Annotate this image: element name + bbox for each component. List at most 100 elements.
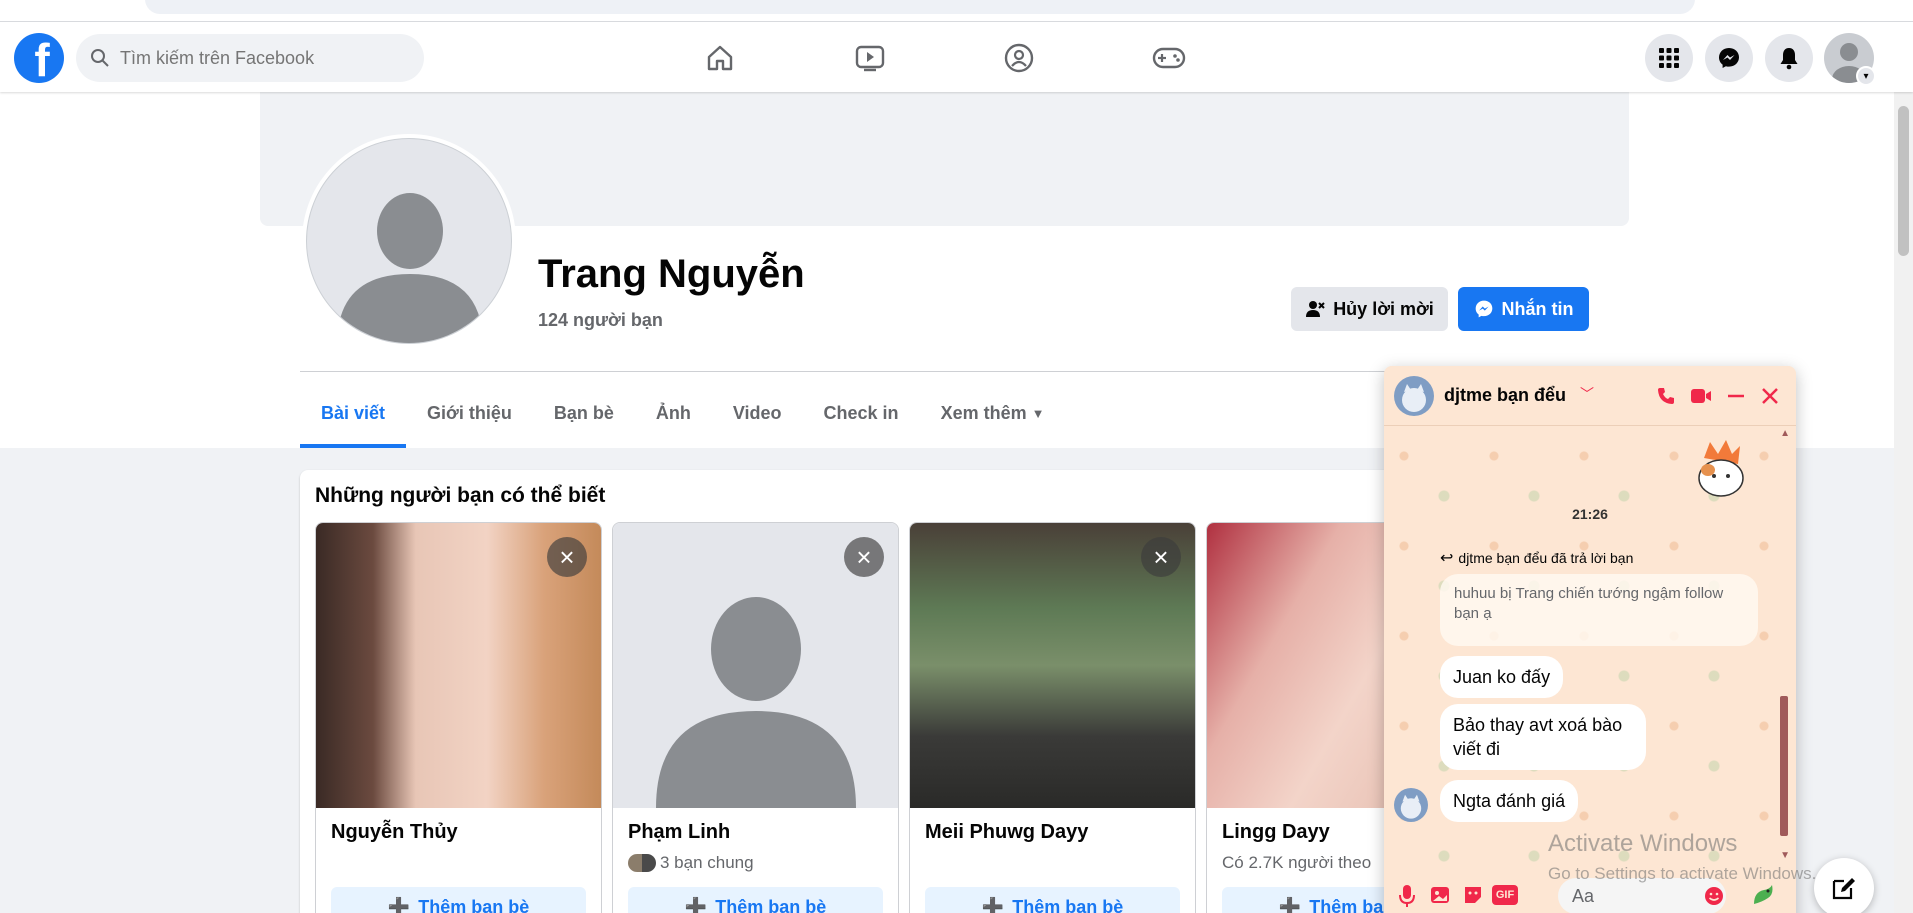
groups-icon: [1004, 43, 1034, 73]
tab-photos[interactable]: Ảnh: [635, 378, 712, 448]
chat-scrollbar[interactable]: [1780, 696, 1788, 836]
tab-about[interactable]: Giới thiệu: [406, 378, 533, 448]
person-name[interactable]: Nguyễn Thủy: [331, 821, 458, 844]
add-friend-button[interactable]: ➕ Thêm bạn bè: [628, 887, 883, 913]
reply-indicator: ↩ djtme bạn đểu đã trả lời bạn: [1440, 548, 1633, 568]
messenger-button[interactable]: [1705, 34, 1753, 82]
top-navigation-bar: f ▾: [0, 22, 1913, 92]
message-input-placeholder: Aa: [1572, 885, 1595, 906]
video-icon: [855, 45, 885, 72]
chat-message-area[interactable]: 21:26 ↩ djtme bạn đểu đã trả lời bạn huhu…: [1384, 426, 1796, 866]
profile-picture[interactable]: [302, 134, 516, 348]
bell-icon: [1780, 48, 1798, 70]
mutual-friends-label: 3 bạn chung: [660, 853, 754, 872]
add-friend-button[interactable]: ➕Thêm bạn bè: [925, 887, 1180, 913]
browser-toolbar: [0, 0, 1913, 22]
apps-grid-icon: [1659, 48, 1679, 68]
person-photo[interactable]: [1207, 523, 1400, 808]
person-name[interactable]: Phạm Linh: [628, 821, 730, 844]
tab-videos[interactable]: Video: [712, 378, 803, 448]
close-icon[interactable]: ×: [844, 537, 884, 577]
reply-arrow-icon: ↩: [1440, 550, 1454, 567]
profile-name: Trang Nguyễn: [538, 252, 805, 296]
profile-tabs: Bài viết Giới thiệu Bạn bè Ảnh Video Che…: [300, 378, 1065, 448]
add-friend-label: Thêm bạn bè: [1012, 896, 1124, 913]
search-box[interactable]: [76, 34, 424, 82]
emoji-icon[interactable]: [1704, 886, 1724, 906]
menu-button[interactable]: [1645, 34, 1693, 82]
home-icon: [707, 45, 733, 71]
sender-avatar: [1394, 788, 1428, 822]
people-you-may-know: Những người bạn có thể biết × Nguyễn Thủ…: [300, 470, 1400, 913]
person-name[interactable]: Lingg Dayy: [1222, 821, 1330, 844]
chat-avatar[interactable]: [1394, 376, 1434, 416]
person-card[interactable]: × Nguyễn Thủy ➕ Thêm bạn bè: [315, 522, 602, 913]
close-icon[interactable]: ×: [1141, 537, 1181, 577]
message-button[interactable]: Nhắn tin: [1458, 287, 1589, 331]
person-card[interactable]: × Phạm Linh 3 bạn chung ➕ Thêm bạn bè: [612, 522, 899, 913]
activation-watermark-subtitle: Go to Settings to activate Windows.: [1548, 864, 1817, 883]
nav-home[interactable]: [665, 30, 775, 86]
cancel-friend-request-button[interactable]: Hủy lời mời: [1291, 287, 1448, 331]
page-scrollbar-thumb[interactable]: [1898, 106, 1909, 256]
browser-address-bar[interactable]: [145, 0, 1695, 14]
messenger-icon: [1475, 300, 1492, 318]
account-menu-chevron-icon[interactable]: ▾: [1856, 66, 1876, 86]
chevron-down-icon[interactable]: ﹀: [1580, 384, 1594, 404]
tab-friends[interactable]: Bạn bè: [533, 378, 635, 448]
friend-count[interactable]: 124 người bạn: [538, 310, 663, 331]
quick-reaction-icon[interactable]: [1750, 882, 1776, 908]
add-friend-button[interactable]: ➕ Thêm bạn bè: [331, 887, 586, 913]
person-card[interactable]: × Meii Phuwg Dayy ➕ Thêm bạn bè: [909, 522, 1196, 913]
add-friend-label: Thêm bạn bè: [715, 896, 827, 913]
person-name[interactable]: Meii Phuwg Dayy: [925, 821, 1088, 844]
page-scrollbar[interactable]: [1894, 92, 1913, 913]
minimize-icon[interactable]: [1726, 386, 1746, 406]
new-message-button[interactable]: [1814, 858, 1874, 913]
nav-groups[interactable]: [964, 30, 1074, 86]
tab-more-label: Xem thêm: [940, 402, 1027, 423]
follower-count: Có 2.7K người theo: [1222, 853, 1372, 872]
microphone-icon[interactable]: [1398, 884, 1416, 908]
search-input[interactable]: [120, 47, 400, 69]
nav-gaming[interactable]: [1114, 30, 1224, 86]
cancel-request-label: Hủy lời mời: [1333, 298, 1434, 319]
tab-checkins[interactable]: Check in: [803, 378, 920, 448]
quoted-message[interactable]: huhuu bị Trang chiến tướng ngậm follow b…: [1440, 574, 1758, 646]
message-bubble[interactable]: Ngta đánh giá: [1440, 780, 1579, 822]
scroll-up-icon[interactable]: ▲: [1780, 428, 1790, 439]
mutual-avatars-icon: [628, 854, 656, 872]
mutual-friends[interactable]: 3 bạn chung: [628, 853, 754, 873]
cat-avatar-icon: [1402, 384, 1426, 412]
add-friend-label: Thêm bạn bè: [418, 896, 530, 913]
cat-sticker-icon: [1698, 440, 1744, 497]
add-friend-icon: ➕: [684, 896, 708, 913]
close-icon[interactable]: ×: [547, 537, 587, 577]
message-timestamp: 21:26: [1572, 506, 1608, 522]
image-icon[interactable]: [1430, 884, 1452, 906]
add-friend-icon: ➕: [387, 896, 411, 913]
facebook-logo-icon[interactable]: f: [14, 33, 64, 83]
user-cancel-icon: [1306, 301, 1325, 317]
add-friend-icon: ➕: [1278, 896, 1302, 913]
default-avatar-icon: [337, 193, 483, 343]
notifications-button[interactable]: [1765, 34, 1813, 82]
chat-header[interactable]: djtme bạn đểu ﹀: [1384, 366, 1796, 426]
close-icon[interactable]: [1760, 386, 1780, 406]
activation-watermark-title: Activate Windows: [1548, 830, 1738, 857]
sticker-icon[interactable]: [1462, 884, 1484, 906]
gif-icon[interactable]: GIF: [1492, 885, 1518, 905]
chat-contact-name[interactable]: djtme bạn đểu: [1444, 385, 1566, 406]
caret-down-icon: ▼: [1031, 405, 1045, 421]
section-title: Những người bạn có thể biết: [315, 484, 606, 507]
add-friend-button[interactable]: ➕Thêm bạn bè: [1222, 887, 1400, 913]
scroll-down-icon[interactable]: ▼: [1780, 850, 1790, 861]
tab-more[interactable]: Xem thêm ▼: [920, 378, 1066, 448]
phone-icon[interactable]: [1656, 386, 1676, 406]
message-bubble[interactable]: Juan ko đấy: [1440, 656, 1564, 698]
message-bubble[interactable]: Bảo thay avt xoá bào viết đi: [1440, 704, 1646, 770]
nav-watch[interactable]: [815, 30, 925, 86]
video-call-icon[interactable]: [1690, 387, 1712, 405]
person-card[interactable]: Lingg Dayy Có 2.7K người theo ➕ Thêm bạn …: [1206, 522, 1400, 913]
tab-posts[interactable]: Bài viết: [300, 378, 407, 448]
